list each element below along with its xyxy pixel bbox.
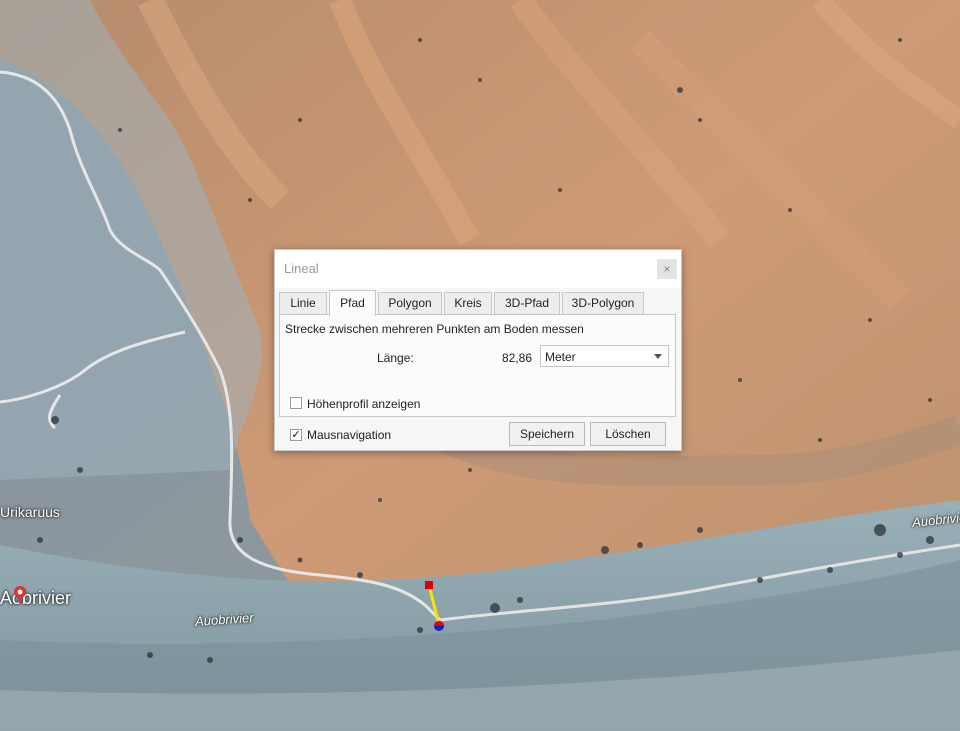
- dialog-title: Lineal: [284, 261, 319, 276]
- tab-kreis[interactable]: Kreis: [444, 292, 492, 314]
- map-label-place-small: Urikaruus: [0, 504, 60, 520]
- tab-polygon[interactable]: Polygon: [378, 292, 442, 314]
- tab-3d-pfad[interactable]: 3D-Pfad: [494, 292, 560, 314]
- elevation-profile-label[interactable]: Höhenprofil anzeigen: [307, 397, 420, 411]
- mouse-navigation-label[interactable]: Mausnavigation: [307, 428, 391, 442]
- length-value: 82,86: [502, 351, 533, 365]
- tab-3d-polygon[interactable]: 3D-Polygon: [562, 292, 644, 314]
- elevation-profile-checkbox[interactable]: [290, 397, 302, 409]
- tab-linie[interactable]: Linie: [279, 292, 327, 314]
- map-pin-icon[interactable]: [11, 585, 29, 603]
- mouse-navigation-checkbox[interactable]: ✓: [290, 429, 302, 441]
- delete-button[interactable]: Löschen: [590, 422, 666, 446]
- unit-select-value: Meter: [545, 350, 576, 364]
- dialog-titlebar[interactable]: Lineal ×: [275, 250, 681, 288]
- ruler-dialog: Lineal × Linie Pfad Polygon Kreis 3D-Pfa…: [274, 249, 682, 451]
- tab-pfad[interactable]: Pfad: [329, 290, 376, 316]
- tab-panel-pfad: Strecke zwischen mehreren Punkten am Bod…: [279, 314, 676, 417]
- close-icon[interactable]: ×: [657, 259, 677, 279]
- panel-description: Strecke zwischen mehreren Punkten am Bod…: [285, 322, 584, 336]
- unit-select[interactable]: Meter: [540, 345, 669, 367]
- ruler-start-point: [425, 581, 433, 589]
- chevron-down-icon: [654, 354, 662, 359]
- save-button[interactable]: Speichern: [509, 422, 585, 446]
- length-label: Länge:: [377, 351, 414, 365]
